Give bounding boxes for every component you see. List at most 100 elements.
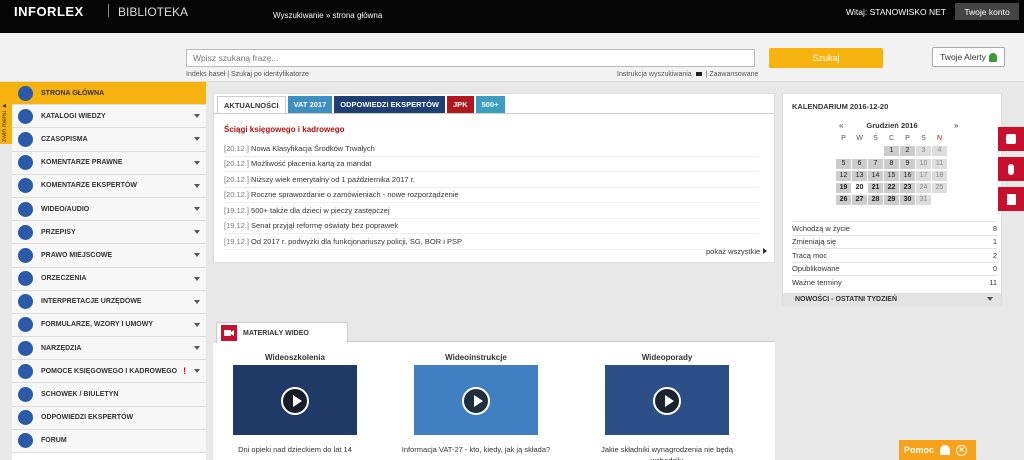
video-shortcut-icon[interactable] — [998, 127, 1024, 151]
close-icon[interactable]: ✕ — [956, 444, 968, 456]
calendar-day[interactable]: 2 — [900, 146, 915, 157]
account-button[interactable]: Twoje konto — [955, 3, 1019, 20]
calendar-day[interactable]: 11 — [932, 158, 947, 169]
calendar-day[interactable]: 31 — [916, 195, 931, 206]
calendar-day[interactable]: 9 — [900, 158, 915, 169]
sidebar-item[interactable]: KOMENTARZE PRAWNE — [12, 151, 206, 175]
show-all-link[interactable]: pokaż wszystkie — [706, 247, 768, 256]
sidebar-item[interactable]: KOMENTARZE EKSPERTÓW — [12, 174, 206, 198]
video-thumbnail[interactable] — [605, 365, 729, 435]
advanced-search-link[interactable]: | Zaawansowane — [706, 71, 759, 78]
calendar-day[interactable]: 20 — [852, 183, 867, 194]
calendar-day[interactable]: 1 — [884, 146, 899, 157]
calendar-day[interactable]: 25 — [932, 183, 947, 194]
video-card-caption[interactable]: Informacja VAT-27 - kto, kiedy, jak ją s… — [401, 444, 551, 455]
sidebar-item[interactable]: FORMULARZE, WZORY I UMOWY — [12, 313, 206, 338]
sidebar-item[interactable]: ORZECZENIA — [12, 267, 206, 291]
calendar-day[interactable]: 22 — [884, 183, 899, 194]
search-help-links[interactable]: Instrukcja wyszukiwania | Zaawansowane — [617, 71, 758, 78]
search-instructions-link[interactable]: Instrukcja wyszukiwania — [617, 71, 692, 78]
calendar-day[interactable]: 21 — [868, 183, 883, 194]
collapse-menu-tab[interactable]: zwiń menu ▲ — [0, 82, 12, 144]
calendar-day[interactable]: 29 — [884, 195, 899, 206]
sidebar-item[interactable]: NARZĘDZIA — [12, 337, 206, 361]
calendar-day[interactable]: 5 — [836, 158, 851, 169]
play-icon[interactable] — [653, 387, 681, 415]
calendar-day[interactable]: 4 — [932, 146, 947, 157]
breadcrumb: Wyszukiwanie » strona główna — [273, 11, 383, 20]
news-heading[interactable]: Ściągi księgowego i kadrowego — [224, 125, 344, 134]
calendar-day[interactable]: 12 — [836, 170, 851, 181]
sidebar-item[interactable]: ODPOWIEDZI EKSPERTÓW — [12, 406, 206, 430]
calendar-day[interactable]: 24 — [916, 183, 931, 194]
calendar-day[interactable]: 14 — [868, 170, 883, 181]
calendar-day[interactable]: 23 — [900, 183, 915, 194]
sidebar-item-label: POMOCE KSIĘGOWEGO I KADROWEGO — [41, 367, 178, 375]
video-card-caption[interactable]: Dni opieki nad dzieckiem do lat 14 — [220, 444, 370, 455]
calendar-day[interactable]: 15 — [884, 170, 899, 181]
sidebar-item[interactable]: POMOCE KSIĘGOWEGO I KADROWEGO! — [12, 360, 206, 384]
video-card-caption[interactable]: Jakie składniki wynagrodzenia nie będą w… — [592, 444, 742, 460]
sidebar-item[interactable]: INTERPRETACJE URZĘDOWE — [12, 290, 206, 314]
news-item[interactable]: [20.12.] Niższy wiek emerytalny od 1 paźd… — [224, 172, 759, 188]
play-icon[interactable] — [462, 387, 490, 415]
calendar-day[interactable]: 18 — [932, 170, 947, 181]
news-item[interactable]: [19.12.] Senat przyjął reformę oświaty be… — [224, 219, 759, 234]
news-item[interactable]: [20.12.] Możliwość płacenia kartą za mand… — [224, 157, 759, 172]
video-card[interactable]: Wideoszkolenia Dni opieki nad dzieckiem d… — [220, 353, 370, 455]
chevron-down-icon — [194, 230, 200, 235]
calendar-day[interactable]: 19 — [836, 183, 851, 194]
alerts-button[interactable]: Twoje Alerty — [932, 47, 1005, 67]
calendar-day[interactable]: 3 — [916, 146, 931, 157]
news-item[interactable]: [19.12.] 500+ także dla dzieci w pieczy z… — [224, 203, 759, 219]
news-item[interactable]: [20.12.] Roczne sprawozdanie o zamówienia… — [224, 188, 759, 203]
search-button[interactable]: Szukaj — [769, 48, 883, 68]
sidebar-item[interactable]: PRZEPISY — [12, 221, 206, 245]
video-thumbnail[interactable] — [414, 365, 538, 435]
sidebar-item[interactable]: WIDEO/AUDIO — [12, 197, 206, 222]
news-item-title: Niższy wiek emerytalny od 1 października… — [251, 174, 415, 184]
microphone-icon[interactable] — [998, 157, 1024, 181]
sidebar-item[interactable]: FORUM — [12, 429, 206, 453]
calendar-stat-row[interactable]: Opublikowane 0 — [792, 261, 997, 276]
calendar-next-button[interactable]: » — [954, 121, 958, 130]
video-card[interactable]: Wideoinstrukcje Informacja VAT-27 - kto, … — [401, 353, 551, 455]
sidebar-item[interactable]: KATALOGI WIEDZY — [12, 105, 206, 129]
news-tab[interactable]: ODPOWIEDZI EKSPERTÓW — [334, 96, 446, 113]
help-button[interactable]: Pomoc ✕ — [899, 440, 976, 460]
calendar-day[interactable]: 28 — [868, 195, 883, 206]
news-tab[interactable]: 500+ — [475, 96, 505, 113]
calendar-stat-row[interactable]: Tracą moc 2 — [792, 248, 997, 262]
video-card[interactable]: Wideoporady Jakie składniki wynagrodzenia… — [592, 353, 742, 460]
calendar-day[interactable]: 8 — [884, 158, 899, 169]
calendar-day[interactable]: 27 — [852, 195, 867, 206]
sidebar-item[interactable]: CZASOPISMA — [12, 128, 206, 152]
sidebar-item[interactable]: STRONA GŁÓWNA — [12, 82, 206, 106]
calendar-stat-row[interactable]: Ważne terminy 11 — [792, 275, 997, 289]
calendar-day[interactable]: 6 — [852, 158, 867, 169]
calendar-day[interactable]: 7 — [868, 158, 883, 169]
logo[interactable]: INFORLEX — [14, 4, 84, 19]
calendar-day[interactable]: 17 — [916, 170, 931, 181]
news-item[interactable]: [20.12.] Nowa Klasyfikacja Środków Trwały… — [224, 141, 759, 157]
news-week-dropdown[interactable]: NOWOŚCI - OSTATNI TYDZIEŃ — [783, 293, 1001, 306]
calendar-day[interactable]: 30 — [900, 195, 915, 206]
search-sub-links[interactable]: Indeks haseł | Szukaj po identyfikatorze — [186, 71, 309, 78]
news-item[interactable]: [19.12.] Od 2017 r. podwyżki dla funkcjon… — [224, 234, 759, 250]
news-tab[interactable]: JPK — [447, 96, 474, 113]
calendar-day[interactable]: 13 — [852, 170, 867, 181]
play-icon[interactable] — [281, 387, 309, 415]
calendar-stat-row[interactable]: Zmieniają się 1 — [792, 234, 997, 249]
calendar-day[interactable]: 16 — [900, 170, 915, 181]
calendar-day[interactable]: 26 — [836, 195, 851, 206]
video-thumbnail[interactable] — [233, 365, 357, 435]
calendar-day[interactable]: 10 — [916, 158, 931, 169]
news-tab[interactable]: VAT 2017 — [287, 96, 333, 113]
sidebar-item[interactable]: PRAWO MIEJSCOWE — [12, 244, 206, 268]
calendar-stat-row[interactable]: Wchodzą w życie 8 — [792, 221, 997, 235]
pdf-icon[interactable] — [998, 187, 1024, 211]
sidebar-item[interactable]: SCHOWEK / BIULETYN — [12, 383, 206, 407]
search-input[interactable] — [186, 49, 755, 67]
video-tab[interactable]: MATERIAŁY WIDEO — [216, 322, 348, 343]
news-tab[interactable]: AKTUALNOŚCI — [217, 96, 286, 113]
